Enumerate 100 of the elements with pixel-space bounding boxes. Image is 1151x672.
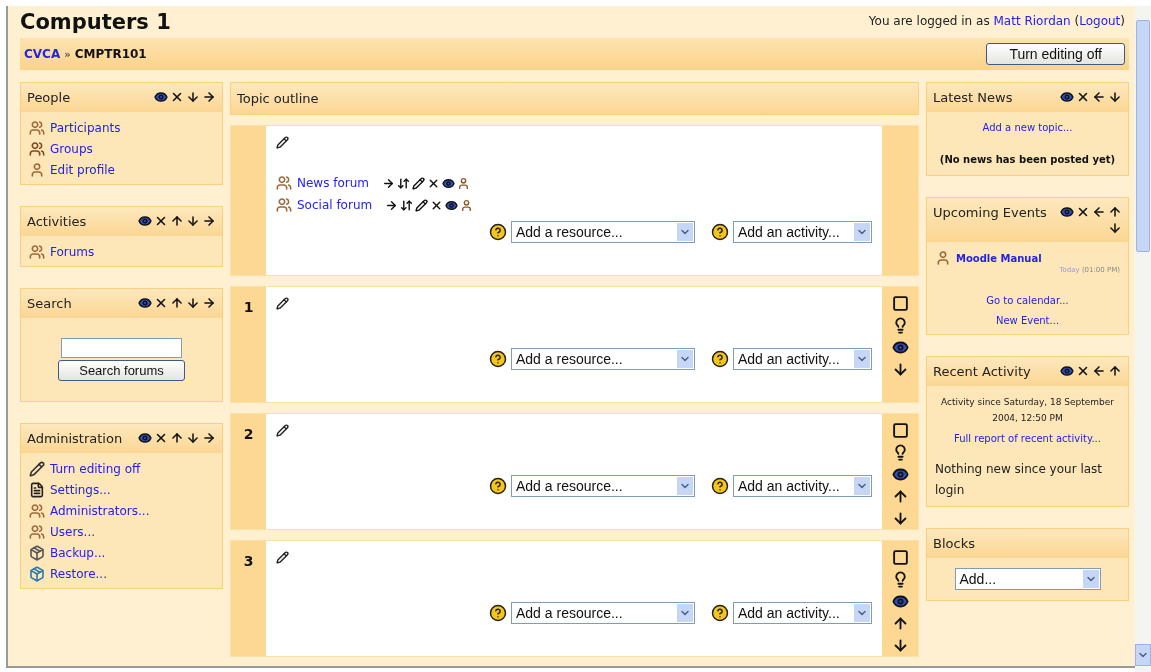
resource-select[interactable]: Add a resource... xyxy=(511,348,695,370)
block-link[interactable]: Edit profile xyxy=(50,163,115,177)
cross-icon[interactable] xyxy=(154,214,168,228)
right-arrow-icon[interactable] xyxy=(202,214,216,228)
block-link[interactable]: Administrators... xyxy=(50,504,150,518)
pencil-icon[interactable] xyxy=(276,136,289,149)
eye-icon[interactable] xyxy=(445,198,459,212)
up-arrow-icon[interactable] xyxy=(1108,205,1122,219)
search-button[interactable]: Search forums xyxy=(58,360,185,381)
help-icon[interactable] xyxy=(489,350,507,368)
down-arrow-icon[interactable] xyxy=(1108,90,1122,104)
pencil-icon[interactable] xyxy=(415,198,429,212)
people-icon xyxy=(29,120,45,136)
people-icon xyxy=(276,175,292,191)
add-block-select[interactable]: Add... xyxy=(954,568,1101,591)
block-link[interactable]: Go to calendar... xyxy=(986,295,1069,306)
people-icon xyxy=(29,244,45,260)
block-link[interactable]: Groups xyxy=(50,142,93,156)
block-link[interactable]: Forums xyxy=(50,245,95,259)
help-icon[interactable] xyxy=(489,477,507,495)
up-down-arrow-icon[interactable] xyxy=(397,176,411,190)
scroll-down-button[interactable] xyxy=(1135,644,1151,666)
pencil-icon[interactable] xyxy=(276,297,289,310)
right-arrow-icon[interactable] xyxy=(202,431,216,445)
square-icon[interactable] xyxy=(891,549,909,566)
eye-icon[interactable] xyxy=(891,466,909,483)
activity-select[interactable]: Add an activity... xyxy=(733,221,872,243)
help-icon[interactable] xyxy=(711,477,729,495)
block-link[interactable]: Add a new topic... xyxy=(982,122,1073,133)
section-number: 1 xyxy=(243,299,254,315)
pencil-icon[interactable] xyxy=(412,176,426,190)
block-link[interactable]: New Event... xyxy=(995,315,1060,326)
help-icon[interactable] xyxy=(711,604,729,622)
forum-link[interactable]: News forum xyxy=(297,176,370,190)
activity-select[interactable]: Add an activity... xyxy=(733,602,872,624)
eye-icon[interactable] xyxy=(442,176,456,190)
right-arrow-icon[interactable] xyxy=(202,90,216,104)
activity-select[interactable]: Add an activity... xyxy=(733,475,872,497)
section-number: 3 xyxy=(243,553,254,569)
cross-icon[interactable] xyxy=(154,431,168,445)
block-link[interactable]: Backup... xyxy=(50,546,106,560)
eye-icon[interactable] xyxy=(138,214,152,228)
square-icon[interactable] xyxy=(891,295,909,312)
pencil-icon[interactable] xyxy=(276,424,289,437)
eye-icon[interactable] xyxy=(138,296,152,310)
eye-icon[interactable] xyxy=(1060,205,1074,219)
event-link[interactable]: Moodle Manual xyxy=(956,252,1042,264)
block-link[interactable]: Settings... xyxy=(50,483,111,497)
eye-icon[interactable] xyxy=(154,90,168,104)
scrollbar-thumb[interactable] xyxy=(1136,20,1150,252)
eye-icon[interactable] xyxy=(891,339,909,356)
resource-select[interactable]: Add a resource... xyxy=(511,221,695,243)
block-title: Blocks xyxy=(933,536,975,552)
block-link[interactable]: Turn editing off xyxy=(50,462,141,476)
turn-editing-off-button[interactable]: Turn editing off xyxy=(986,43,1125,65)
help-icon[interactable] xyxy=(489,223,507,241)
breadcrumb-link[interactable]: CVCA xyxy=(24,47,61,61)
right-arrow-icon[interactable] xyxy=(202,296,216,310)
person-icon[interactable] xyxy=(460,198,474,212)
block-link[interactable]: Participants xyxy=(50,121,121,135)
square-icon[interactable] xyxy=(891,422,909,439)
people-icon xyxy=(29,503,45,519)
login-link[interactable]: Matt Riordan xyxy=(993,14,1071,28)
resource-select[interactable]: Add a resource... xyxy=(511,602,695,624)
person-icon[interactable] xyxy=(457,176,471,190)
help-icon[interactable] xyxy=(711,350,729,368)
resource-select[interactable]: Add a resource... xyxy=(511,475,695,497)
scrollbar[interactable] xyxy=(1135,6,1151,672)
topic-outline-header: Topic outline xyxy=(230,82,919,115)
up-down-arrow-icon[interactable] xyxy=(400,198,414,212)
cross-icon[interactable] xyxy=(170,90,184,104)
help-icon[interactable] xyxy=(711,223,729,241)
cross-icon[interactable] xyxy=(154,296,168,310)
eye-icon[interactable] xyxy=(138,431,152,445)
block-text: Nothing new since your last login xyxy=(935,461,1104,499)
cross-icon[interactable] xyxy=(1076,205,1090,219)
search-field[interactable] xyxy=(61,338,182,358)
activity-select[interactable]: Add an activity... xyxy=(733,348,872,370)
login-link[interactable]: Logout xyxy=(1079,14,1121,28)
block-link[interactable]: Full report of recent activity... xyxy=(954,433,1101,445)
eye-icon[interactable] xyxy=(1060,90,1074,104)
block-title: Search xyxy=(27,296,72,311)
caret-icon xyxy=(854,604,870,622)
down-arrow-icon[interactable] xyxy=(1108,221,1122,235)
help-icon[interactable] xyxy=(489,604,507,622)
pencil-icon[interactable] xyxy=(276,551,289,564)
eye-icon[interactable] xyxy=(1060,364,1074,378)
down-arrow-icon[interactable] xyxy=(186,214,200,228)
eye-icon[interactable] xyxy=(891,593,909,610)
caret-icon xyxy=(677,350,693,368)
forum-link[interactable]: Social forum xyxy=(297,198,373,212)
block-link[interactable]: Restore... xyxy=(50,567,107,581)
block-link[interactable]: Users... xyxy=(50,525,96,539)
block-notice: (No news has been posted yet) xyxy=(938,154,1117,165)
right-arrow-icon[interactable] xyxy=(382,176,396,190)
cross-icon[interactable] xyxy=(1076,364,1090,378)
up-arrow-icon[interactable] xyxy=(1108,364,1122,378)
cross-icon[interactable] xyxy=(1076,90,1090,104)
box-icon xyxy=(29,566,45,582)
right-arrow-icon[interactable] xyxy=(385,198,399,212)
